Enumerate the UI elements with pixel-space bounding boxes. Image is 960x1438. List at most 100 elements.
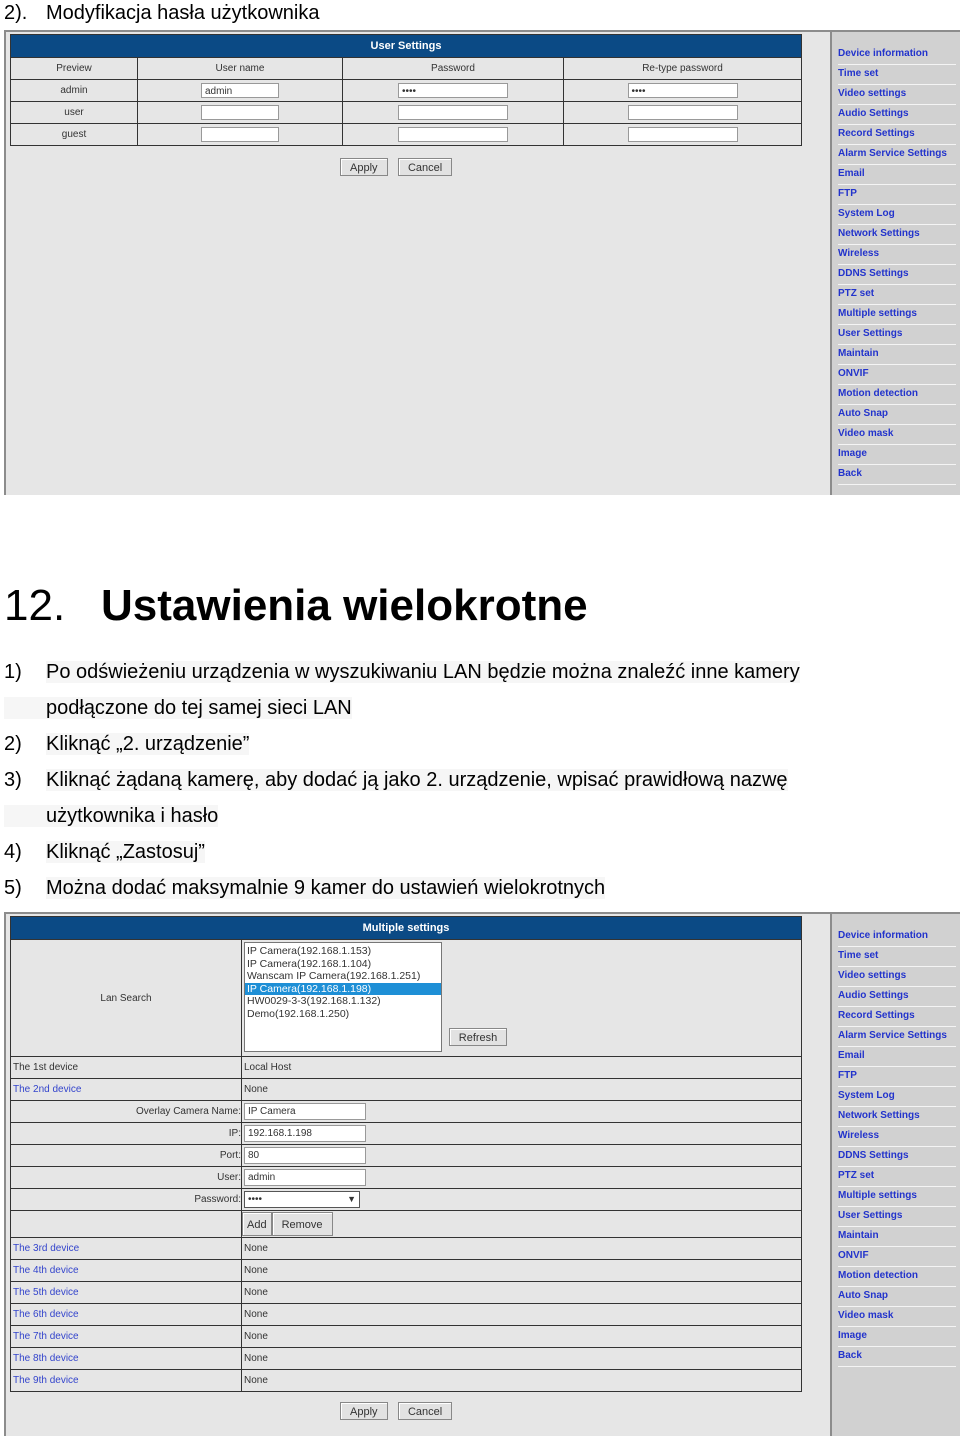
lan-search-list[interactable]: IP Camera(192.168.1.153) IP Camera(192.16…: [244, 942, 442, 1052]
sidebar-item-video-mask[interactable]: Video mask: [838, 426, 956, 445]
sidebar-item-network-settings[interactable]: Network Settings: [838, 226, 956, 245]
retype-password-input[interactable]: [627, 105, 738, 120]
sidebar-item-email[interactable]: Email: [838, 1048, 956, 1067]
table-row: admin admin •••• ••••: [10, 79, 802, 102]
password-input[interactable]: •••• ▼: [244, 1191, 360, 1208]
password-input[interactable]: [398, 127, 508, 142]
other-devices: The 3rd device None The 4th device None The …: [10, 1237, 802, 1392]
device-link[interactable]: The 9th device: [13, 1375, 79, 1386]
sidebar-item-ddns-settings[interactable]: DDNS Settings: [838, 1148, 956, 1167]
sidebar-item-ptz-set[interactable]: PTZ set: [838, 1168, 956, 1187]
sidebar-menu: Device information Time set Video settings…: [838, 46, 956, 486]
sidebar-item-alarm-service-settings[interactable]: Alarm Service Settings: [838, 1028, 956, 1047]
sidebar-item-record-settings[interactable]: Record Settings: [838, 126, 956, 145]
device-value: None: [241, 1303, 802, 1326]
add-button[interactable]: Add: [242, 1212, 272, 1236]
lan-camera-option[interactable]: Demo(192.168.1.250): [245, 1008, 441, 1021]
user-input[interactable]: admin: [244, 1169, 366, 1186]
retype-password-input[interactable]: ••••: [627, 83, 738, 98]
device-value: None: [241, 1325, 802, 1348]
step-3: 3) Kliknąć żądaną kamerę, aby dodać ją ja…: [4, 766, 788, 794]
sidebar-item-ftp[interactable]: FTP: [838, 186, 956, 205]
cancel-button[interactable]: Cancel: [397, 1402, 453, 1420]
sidebar-item-audio-settings[interactable]: Audio Settings: [838, 106, 956, 125]
lan-camera-option[interactable]: IP Camera(192.168.1.153): [245, 945, 441, 958]
sidebar-item-multiple-settings[interactable]: Multiple settings: [838, 306, 956, 325]
form-row: User: admin: [10, 1166, 802, 1189]
sidebar-item-wireless[interactable]: Wireless: [838, 1128, 956, 1147]
sidebar-item-audio-settings[interactable]: Audio Settings: [838, 988, 956, 1007]
apply-button[interactable]: Apply: [340, 158, 388, 176]
sidebar-item-auto-snap[interactable]: Auto Snap: [838, 1288, 956, 1307]
sidebar-item-time-set[interactable]: Time set: [838, 948, 956, 967]
settings-sidebar: Device information Time set Video settings…: [830, 914, 960, 1436]
sidebar-item-user-settings[interactable]: User Settings: [838, 326, 956, 345]
sidebar-item-user-settings[interactable]: User Settings: [838, 1208, 956, 1227]
lan-camera-option[interactable]: IP Camera(192.168.1.198): [245, 982, 441, 995]
device-value: None: [241, 1237, 802, 1260]
password-input[interactable]: ••••: [398, 83, 508, 98]
sidebar-item-system-log[interactable]: System Log: [838, 206, 956, 225]
sidebar-item-image[interactable]: Image: [838, 446, 956, 465]
sidebar-item-ptz-set[interactable]: PTZ set: [838, 286, 956, 305]
sidebar-item-network-settings[interactable]: Network Settings: [838, 1108, 956, 1127]
sidebar-item-wireless[interactable]: Wireless: [838, 246, 956, 265]
ip-input[interactable]: 192.168.1.198: [244, 1125, 366, 1142]
device-2-link[interactable]: The 2nd device: [13, 1084, 81, 1095]
lan-camera-option[interactable]: HW0029-3-3(192.168.1.132): [245, 995, 441, 1008]
sidebar-item-multiple-settings[interactable]: Multiple settings: [838, 1188, 956, 1207]
sidebar-item-auto-snap[interactable]: Auto Snap: [838, 406, 956, 425]
sidebar-item-motion-detection[interactable]: Motion detection: [838, 386, 956, 405]
step-4: 4) Kliknąć „Zastosuj”: [4, 838, 205, 866]
device-link[interactable]: The 3rd device: [13, 1243, 79, 1254]
sidebar-item-image[interactable]: Image: [838, 1328, 956, 1347]
device-link[interactable]: The 5th device: [13, 1287, 79, 1298]
password-label: Password:: [10, 1188, 242, 1211]
username-input[interactable]: admin: [201, 83, 279, 98]
sidebar-item-alarm-service-settings[interactable]: Alarm Service Settings: [838, 146, 956, 165]
username-input[interactable]: [201, 105, 279, 120]
lan-search-row: Lan Search IP Camera(192.168.1.153) IP Ca…: [10, 939, 802, 1057]
device-link[interactable]: The 4th device: [13, 1265, 79, 1276]
sidebar-item-system-log[interactable]: System Log: [838, 1088, 956, 1107]
device-link[interactable]: The 7th device: [13, 1331, 79, 1342]
sidebar-item-maintain[interactable]: Maintain: [838, 346, 956, 365]
device-link[interactable]: The 8th device: [13, 1353, 79, 1364]
sidebar-item-device-information[interactable]: Device information: [838, 928, 956, 947]
retype-password-input[interactable]: [627, 127, 738, 142]
sidebar-item-ddns-settings[interactable]: DDNS Settings: [838, 266, 956, 285]
remove-button[interactable]: Remove: [271, 1212, 333, 1236]
sidebar-item-email[interactable]: Email: [838, 166, 956, 185]
sidebar-item-video-mask[interactable]: Video mask: [838, 1308, 956, 1327]
show-password-icon[interactable]: ▼: [347, 1192, 356, 1207]
apply-button[interactable]: Apply: [340, 1402, 388, 1420]
column-header-preview: Preview: [10, 57, 138, 80]
device-link[interactable]: The 6th device: [13, 1309, 79, 1320]
sidebar-item-record-settings[interactable]: Record Settings: [838, 1008, 956, 1027]
sidebar-item-back[interactable]: Back: [838, 1348, 956, 1367]
port-input[interactable]: 80: [244, 1147, 366, 1164]
lan-camera-option[interactable]: Wanscam IP Camera(192.168.1.251): [245, 970, 441, 983]
username-input[interactable]: [201, 127, 279, 142]
sidebar-item-device-information[interactable]: Device information: [838, 46, 956, 65]
sidebar-item-video-settings[interactable]: Video settings: [838, 86, 956, 105]
sidebar-item-time-set[interactable]: Time set: [838, 66, 956, 85]
preview-label: user: [10, 101, 138, 124]
sidebar-item-video-settings[interactable]: Video settings: [838, 968, 956, 987]
step-1: 1) Po odświeżeniu urządzenia w wyszukiwan…: [4, 658, 800, 686]
sidebar-item-maintain[interactable]: Maintain: [838, 1228, 956, 1247]
sidebar-item-onvif[interactable]: ONVIF: [838, 1248, 956, 1267]
sidebar-item-onvif[interactable]: ONVIF: [838, 366, 956, 385]
step-number: 4): [4, 841, 22, 863]
sidebar-menu: Device information Time set Video settings…: [838, 928, 956, 1368]
step-text: Kliknąć „2. urządzenie”: [46, 733, 250, 755]
lan-camera-option[interactable]: IP Camera(192.168.1.104): [245, 958, 441, 971]
password-input[interactable]: [398, 105, 508, 120]
page-heading: 12. Ustawienia wielokrotne: [4, 578, 588, 634]
sidebar-item-back[interactable]: Back: [838, 466, 956, 485]
camera-name-input[interactable]: IP Camera: [244, 1103, 366, 1120]
sidebar-item-ftp[interactable]: FTP: [838, 1068, 956, 1087]
cancel-button[interactable]: Cancel: [397, 158, 453, 176]
sidebar-item-motion-detection[interactable]: Motion detection: [838, 1268, 956, 1287]
refresh-button[interactable]: Refresh: [448, 1028, 508, 1046]
